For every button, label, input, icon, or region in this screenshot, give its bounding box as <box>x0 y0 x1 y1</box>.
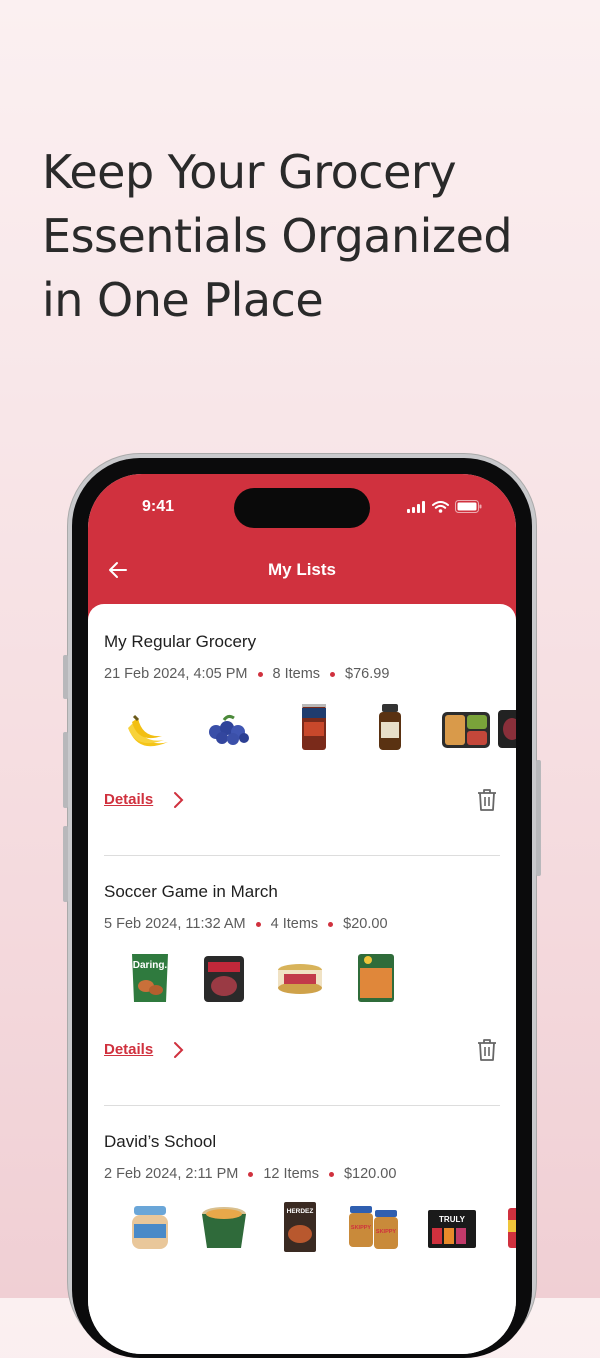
bananas-image <box>128 714 168 747</box>
list-date: 5 Feb 2024, 11:32 AM <box>104 916 246 932</box>
list-meta: 21 Feb 2024, 4:05 PM 8 Items $76.99 <box>104 666 500 682</box>
trash-icon[interactable] <box>476 1037 498 1063</box>
list-item-count: 8 Items <box>272 666 321 682</box>
list-meta: 2 Feb 2024, 2:11 PM 12 Items $120.00 <box>104 1166 500 1182</box>
supplement-jar-image <box>379 704 401 750</box>
list-card[interactable]: Soccer Game in March 5 Feb 2024, 11:32 A… <box>104 882 500 1106</box>
canned-beans-image <box>302 704 326 750</box>
sausage-pack-image <box>204 956 244 1002</box>
lists-container: My Regular Grocery 21 Feb 2024, 4:05 PM … <box>88 604 516 1354</box>
list-date: 21 Feb 2024, 4:05 PM <box>104 666 248 682</box>
list-title: David’s School <box>104 1132 217 1151</box>
list-meta: 5 Feb 2024, 11:32 AM 4 Items $20.00 <box>104 916 500 932</box>
app-bar: 9:41 My Lists <box>88 474 516 624</box>
skippy-brand-text: SKIPPY <box>376 1229 397 1235</box>
list-item-count: 12 Items <box>263 1166 319 1182</box>
product-thumbnails[interactable]: Daring. <box>104 942 516 1022</box>
product-thumbnails[interactable]: HERDEZ SKIPPY SKIPPY TRULY <box>104 1192 516 1272</box>
separator-dot <box>328 1171 334 1177</box>
details-link[interactable]: Details <box>104 791 153 808</box>
phone-screen: 9:41 My Lists My Regular Grocery 21 Feb … <box>88 474 516 1354</box>
can-image <box>508 1208 516 1248</box>
meat-pack-image <box>498 710 516 748</box>
phone-button-volume-up <box>63 732 68 808</box>
list-card[interactable]: David’s School 2 Feb 2024, 2:11 PM 12 It… <box>104 1132 516 1252</box>
meal-container-image <box>442 712 490 748</box>
separator-dot <box>328 921 334 927</box>
peanut-butter-jars-image: SKIPPY SKIPPY <box>349 1206 398 1249</box>
separator-dot <box>330 671 336 677</box>
list-card[interactable]: My Regular Grocery 21 Feb 2024, 4:05 PM … <box>104 632 516 856</box>
product-thumbnails[interactable] <box>104 692 516 772</box>
list-price: $120.00 <box>343 1166 397 1182</box>
headline-line-1: Keep Your Grocery <box>42 145 457 199</box>
daring-brand-text: Daring. <box>133 960 168 971</box>
wifi-icon <box>432 500 449 513</box>
truly-brand-text: TRULY <box>439 1215 466 1224</box>
headline: Keep Your Grocery Essentials Organized i… <box>42 140 562 332</box>
trash-icon[interactable] <box>476 787 498 813</box>
noodle-cup-image <box>202 1207 246 1248</box>
details-row: Details <box>104 787 500 817</box>
herdez-brand-text: HERDEZ <box>287 1208 314 1215</box>
separator-dot <box>255 921 261 927</box>
dynamic-island <box>234 488 370 528</box>
phone-button-power <box>536 760 541 876</box>
dinner-box-image: HERDEZ <box>284 1202 316 1252</box>
list-item-count: 4 Items <box>270 916 319 932</box>
signal-icon <box>407 500 425 513</box>
phone-button-silent <box>63 655 68 699</box>
status-time: 9:41 <box>142 498 175 515</box>
separator-dot <box>248 1171 254 1177</box>
chevron-right-icon[interactable] <box>168 789 188 811</box>
cat-food-can-image <box>278 964 322 994</box>
divider <box>104 855 500 856</box>
details-link[interactable]: Details <box>104 1041 153 1058</box>
list-date: 2 Feb 2024, 2:11 PM <box>104 1166 239 1182</box>
skippy-brand-text: SKIPPY <box>351 1225 372 1231</box>
page-title: My Lists <box>267 560 337 579</box>
baby-food-jar-image <box>132 1206 168 1249</box>
daring-pouch-image: Daring. <box>132 954 168 1002</box>
separator-dot <box>257 671 263 677</box>
list-title: Soccer Game in March <box>104 882 278 901</box>
battery-icon <box>455 500 482 513</box>
phone-button-volume-down <box>63 826 68 902</box>
status-icons <box>407 500 482 513</box>
list-title: My Regular Grocery <box>104 632 257 651</box>
list-price: $20.00 <box>343 916 388 932</box>
list-price: $76.99 <box>345 666 390 682</box>
truly-box-image: TRULY <box>428 1210 476 1248</box>
details-row: Details <box>104 1037 500 1067</box>
divider <box>104 1105 500 1106</box>
headline-line-3: in One Place <box>42 273 324 327</box>
headline-line-2: Essentials Organized <box>42 209 513 263</box>
chevron-right-icon[interactable] <box>168 1039 188 1061</box>
blueberries-image <box>209 714 249 745</box>
soup-pouch-image <box>358 954 394 1002</box>
